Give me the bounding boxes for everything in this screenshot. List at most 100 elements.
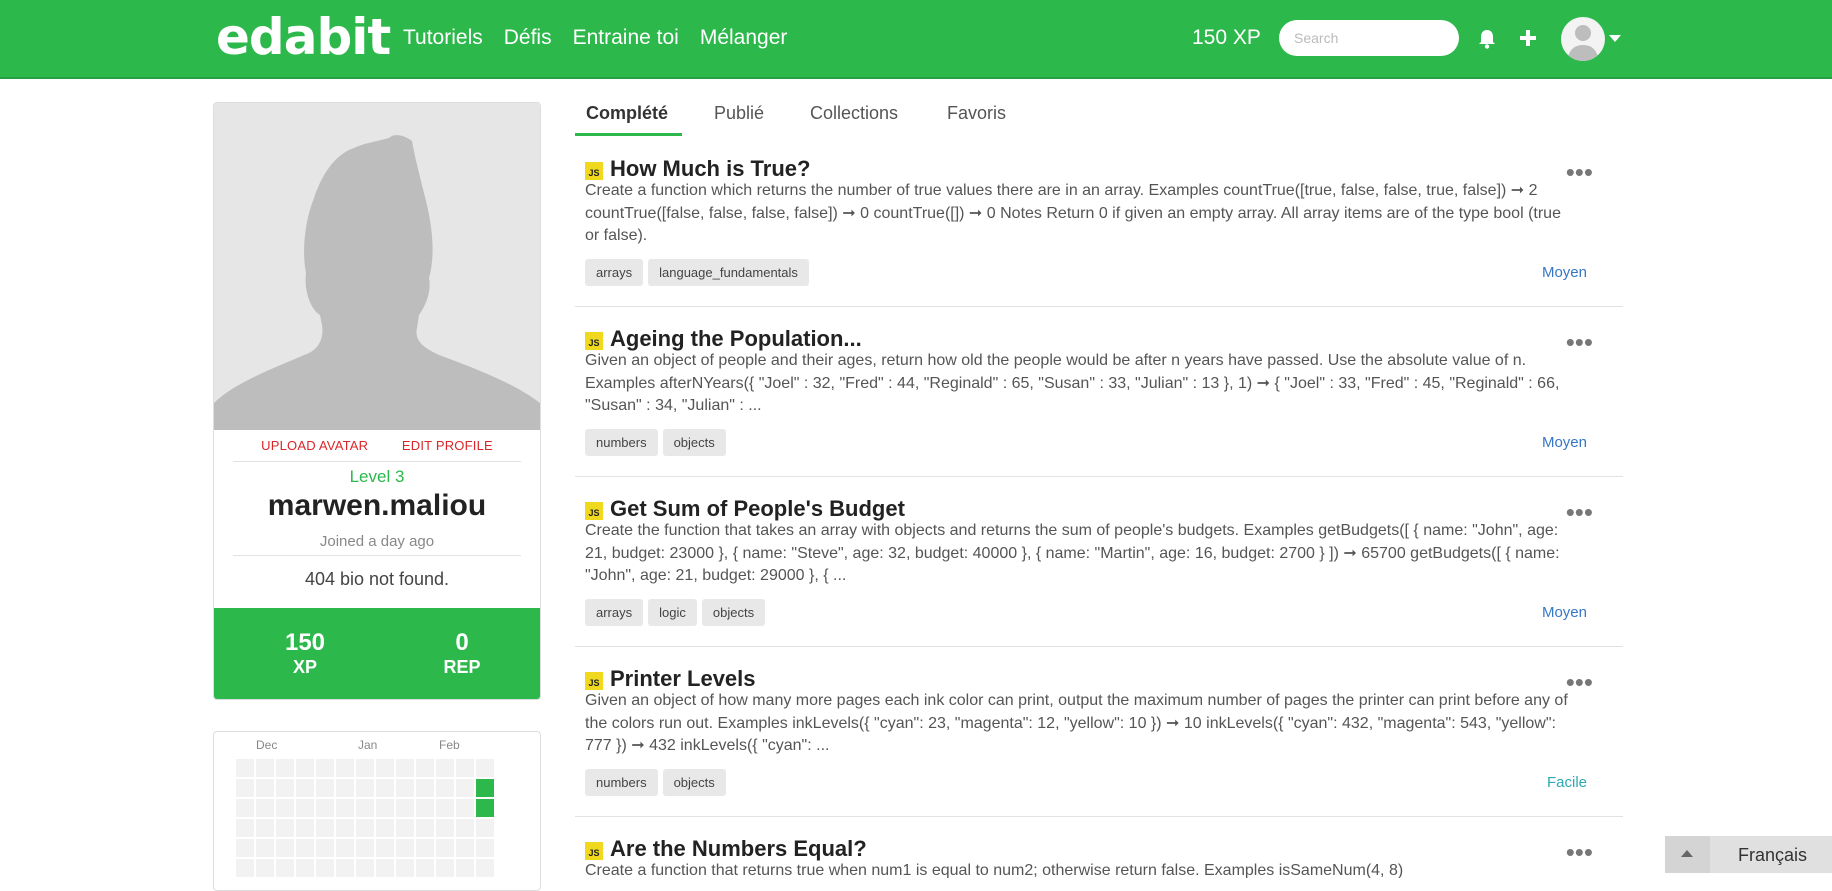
tag[interactable]: logic (648, 599, 697, 626)
heatmap-cell (296, 779, 314, 797)
heatmap-cell (316, 859, 334, 877)
challenge-title[interactable]: Are the Numbers Equal? (610, 836, 867, 862)
tag[interactable]: arrays (585, 259, 644, 286)
more-options-icon[interactable]: ••• (1566, 839, 1593, 865)
heatmap-cell (256, 819, 274, 837)
heatmap-cell (416, 779, 434, 797)
challenge-item[interactable]: JS Ageing the Population... Given an obj… (575, 321, 1623, 477)
tag[interactable]: objects (701, 599, 766, 626)
heatmap-cell (396, 759, 414, 777)
tag[interactable]: objects (662, 769, 726, 796)
profile-card: UPLOAD AVATAR EDIT PROFILE Level 3 marwe… (213, 102, 541, 700)
tag[interactable]: language_fundamentals (648, 259, 809, 286)
js-icon: JS (585, 502, 603, 520)
difficulty-label: Facile (1546, 774, 1587, 791)
more-options-icon[interactable]: ••• (1566, 499, 1593, 525)
heatmap-cell (296, 819, 314, 837)
heatmap-cell (276, 799, 294, 817)
js-icon: JS (585, 332, 603, 350)
challenge-title[interactable]: Ageing the Population... (610, 326, 862, 352)
tag[interactable]: numbers (585, 429, 658, 456)
heatmap-cell (356, 839, 374, 857)
heatmap-cell (276, 779, 294, 797)
nav-link-tutoriels[interactable]: Tutoriels (403, 26, 483, 50)
more-options-icon[interactable]: ••• (1566, 329, 1593, 355)
challenge-title[interactable]: Printer Levels (610, 666, 756, 692)
user-avatar-icon[interactable] (1561, 17, 1605, 61)
heatmap-cell (376, 759, 394, 777)
heatmap-cell (256, 759, 274, 777)
logo[interactable]: edabit (216, 8, 391, 66)
caret-up-icon[interactable] (1665, 836, 1710, 873)
heatmap-cell (356, 859, 374, 877)
heatmap-cell (256, 859, 274, 877)
plus-icon[interactable] (1517, 27, 1539, 49)
tab-complete[interactable]: Complété (586, 103, 668, 124)
challenge-item[interactable]: JS Printer Levels Given an object of how… (575, 661, 1623, 817)
stat-label: REP (443, 657, 481, 678)
upload-avatar-link[interactable]: UPLOAD AVATAR (261, 438, 368, 453)
difficulty-label: Moyen (1541, 434, 1587, 451)
challenge-title[interactable]: How Much is True? (610, 156, 810, 182)
nav-link-defis[interactable]: Défis (504, 26, 552, 50)
challenge-item[interactable]: JS How Much is True? Create a function w… (575, 151, 1623, 307)
heatmap-cell (336, 759, 354, 777)
edit-profile-link[interactable]: EDIT PROFILE (402, 438, 493, 453)
heatmap-cell (436, 859, 454, 877)
nav-link-entraine-toi[interactable]: Entraine toi (573, 26, 679, 50)
heatmap-cell (436, 799, 454, 817)
stats-panel: 150 XP 0 REP (214, 608, 540, 699)
active-tab-indicator (575, 133, 682, 136)
challenge-item[interactable]: JS Are the Numbers Equal? Create a funct… (575, 831, 1623, 878)
challenge-item[interactable]: JS Get Sum of People's Budget Create the… (575, 491, 1623, 647)
heatmap-cell (476, 799, 494, 817)
heatmap-cell (336, 799, 354, 817)
heatmap-cell (376, 819, 394, 837)
challenge-title[interactable]: Get Sum of People's Budget (610, 496, 905, 522)
heatmap-cell (356, 779, 374, 797)
heatmap-cell (296, 799, 314, 817)
nav-link-melanger[interactable]: Mélanger (700, 26, 788, 50)
language-selector[interactable]: Français (1665, 836, 1832, 873)
username: marwen.maliou (267, 489, 487, 522)
heatmap-cell (456, 839, 474, 857)
heatmap-cell (316, 839, 334, 857)
heatmap-cell (416, 759, 434, 777)
bio-text: 404 bio not found. (304, 569, 450, 589)
heatmap-cell (336, 779, 354, 797)
tag-list: arrays language_fundamentals (585, 259, 809, 286)
heatmap-cell (456, 819, 474, 837)
tag[interactable]: arrays (585, 599, 644, 626)
heatmap-cell (316, 799, 334, 817)
heatmap-cell (476, 759, 494, 777)
heatmap-cell (416, 799, 434, 817)
heatmap-cell (316, 819, 334, 837)
heatmap-cell (356, 759, 374, 777)
stat-rep: 0 REP (402, 629, 522, 679)
xp-counter: 150 XP (1192, 26, 1261, 49)
main-nav: Tutoriels Défis Entraine toi Mélanger (403, 26, 787, 50)
stat-xp: 150 XP (245, 629, 365, 679)
heatmap-cell (456, 859, 474, 877)
difficulty-label: Moyen (1541, 264, 1587, 281)
heatmap-cell (356, 819, 374, 837)
heatmap-cell (376, 799, 394, 817)
more-options-icon[interactable]: ••• (1566, 159, 1593, 185)
language-label: Français (1738, 845, 1808, 865)
tag[interactable]: objects (662, 429, 726, 456)
caret-down-icon[interactable] (1609, 35, 1621, 42)
tab-publie[interactable]: Publié (714, 103, 764, 124)
heatmap-cell (396, 819, 414, 837)
heatmap-cell (336, 819, 354, 837)
heatmap-cell (476, 819, 494, 837)
search-input[interactable] (1279, 20, 1459, 56)
more-options-icon[interactable]: ••• (1566, 669, 1593, 695)
tag[interactable]: numbers (585, 769, 658, 796)
heatmap-cell (296, 839, 314, 857)
tag-list: arrays logic objects (585, 599, 766, 626)
tab-favoris[interactable]: Favoris (947, 103, 1006, 124)
heatmap-cell (316, 779, 334, 797)
bell-icon[interactable] (1476, 28, 1498, 50)
tab-collections[interactable]: Collections (810, 103, 898, 124)
heatmap-cell (236, 859, 254, 877)
